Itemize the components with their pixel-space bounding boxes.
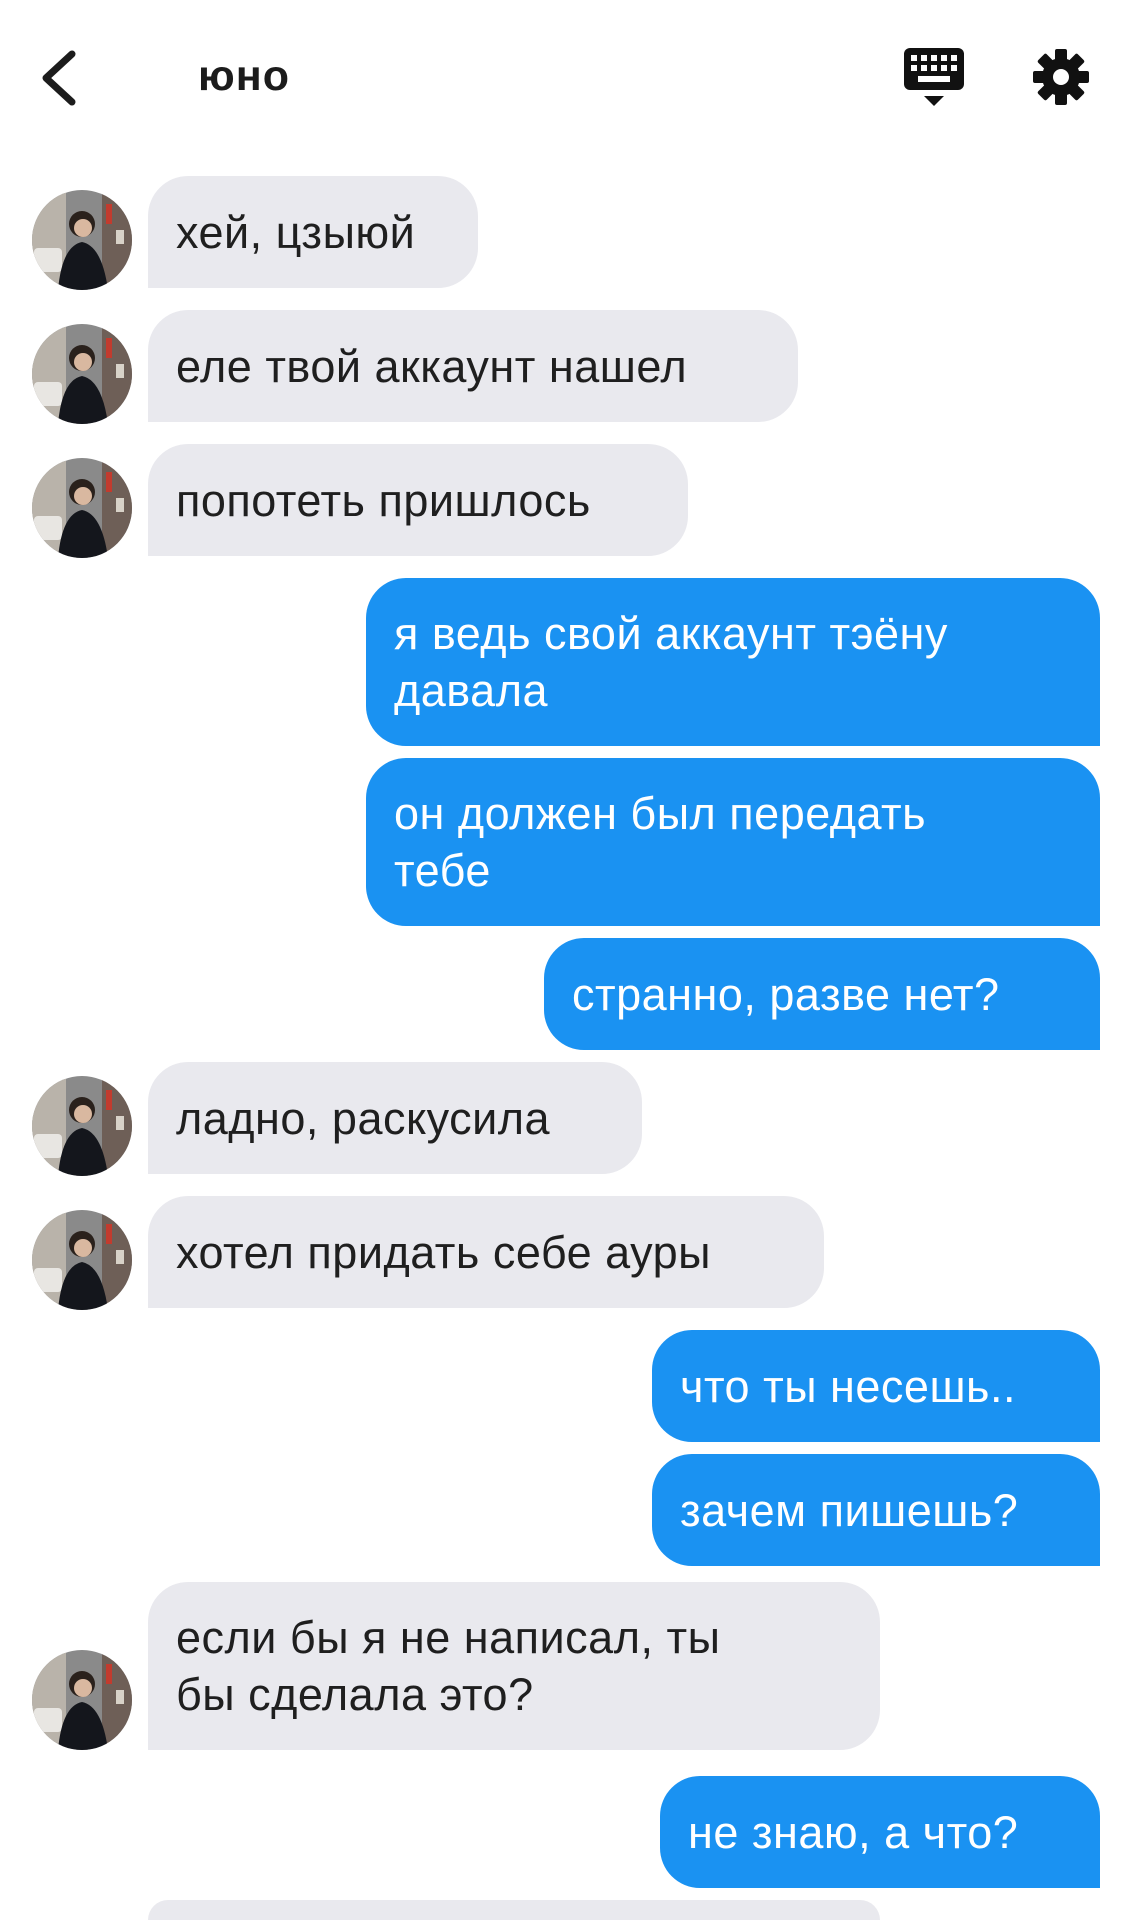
outgoing-message: зачем пишешь? [652,1454,1100,1566]
outgoing-message: странно, разве нет? [544,938,1100,1050]
keyboard-button[interactable] [902,46,966,108]
incoming-message: ладно, раскусила [148,1062,642,1174]
avatar-photo-icon [32,1650,132,1750]
incoming-message: попотеть пришлось [148,444,688,556]
settings-button[interactable] [1032,48,1090,106]
avatar[interactable] [32,1076,132,1176]
avatar[interactable] [32,190,132,290]
gear-icon [1033,49,1089,105]
avatar-photo-icon [32,458,132,558]
avatar[interactable] [32,458,132,558]
avatar[interactable] [32,324,132,424]
avatar[interactable] [32,1210,132,1310]
outgoing-message: я ведь свой аккаунт тэёну давала [366,578,1100,746]
outgoing-message: что ты несешь.. [652,1330,1100,1442]
keyboard-icon [904,48,964,106]
incoming-message [148,1900,880,1920]
avatar-photo-icon [32,324,132,424]
outgoing-message: не знаю, а что? [660,1776,1100,1888]
avatar-photo-icon [32,190,132,290]
incoming-message: если бы я не написал, ты бы сделала это? [148,1582,880,1750]
avatar-photo-icon [32,1210,132,1310]
chevron-left-icon [42,50,76,106]
chat-header: юно [0,0,1134,160]
avatar-photo-icon [32,1076,132,1176]
incoming-message: еле твой аккаунт нашел [148,310,798,422]
outgoing-message: он должен был передать тебе [366,758,1100,926]
chat-title: юно [198,52,290,100]
back-button[interactable] [32,46,88,110]
avatar[interactable] [32,1650,132,1750]
incoming-message: хотел придать себе ауры [148,1196,824,1308]
incoming-message: хей, цзыюй [148,176,478,288]
